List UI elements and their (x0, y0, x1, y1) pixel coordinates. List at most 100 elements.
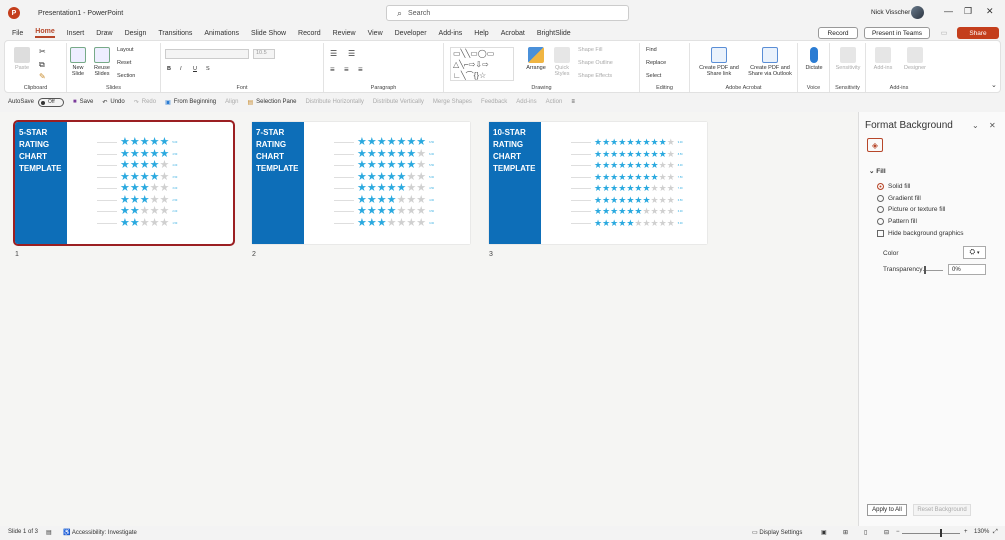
search-input[interactable]: ⌕ Search (386, 5, 629, 21)
tab-help[interactable]: Help (474, 30, 488, 37)
tab-transitions[interactable]: Transitions (158, 30, 192, 37)
zoom-out-icon[interactable]: − (896, 529, 900, 535)
align-left-icon[interactable]: ≡ (330, 65, 335, 74)
fit-to-window-icon[interactable]: ⤢ (993, 529, 998, 536)
slide-thumbnail[interactable]: 10-STAR RATING CHART TEMPLATE ———————— ★ ★ ★… (489, 122, 707, 244)
redo-button[interactable]: ↷ Redo (134, 99, 156, 106)
accessibility-status[interactable]: ♿ Accessibility: Investigate (63, 529, 137, 536)
zoom-slider-track[interactable] (902, 533, 960, 534)
distribute-horizontally-button[interactable]: Distribute Horizontally (306, 99, 364, 105)
reuse-slides-button[interactable]: Reuse Slides (91, 47, 113, 77)
tab-acrobat[interactable]: Acrobat (501, 30, 525, 37)
undo-button[interactable]: ↶ Undo (102, 99, 124, 106)
hide-graphics-checkbox[interactable] (877, 230, 884, 237)
restore-button[interactable]: ❐ (964, 6, 972, 17)
tab-view[interactable]: View (368, 30, 383, 37)
gradient-fill-option[interactable]: Gradient fill (877, 195, 921, 202)
customize-qat-icon[interactable]: ≡ (571, 99, 575, 105)
pattern-fill-radio[interactable] (877, 218, 884, 225)
tab-developer[interactable]: Developer (395, 30, 427, 37)
notes-icon[interactable]: ▤ (46, 529, 52, 536)
tab-insert[interactable]: Insert (67, 30, 85, 37)
new-slide-button[interactable]: New Slide (67, 47, 89, 77)
strikethrough-button[interactable]: S (206, 66, 210, 72)
zoom-slider-handle[interactable] (940, 529, 942, 537)
tab-animations[interactable]: Animations (204, 30, 239, 37)
shape-outline-button[interactable]: Shape Outline (578, 60, 613, 66)
tab-record[interactable]: Record (298, 30, 321, 37)
action-button[interactable]: Action (546, 99, 563, 105)
cut-icon[interactable]: ✂ (39, 47, 46, 56)
transparency-slider-track[interactable] (923, 270, 943, 271)
dictate-button[interactable]: Dictate (802, 47, 826, 71)
reset-button[interactable]: Reset (117, 60, 131, 66)
zoom-level[interactable]: 130% (974, 529, 989, 535)
fill-bucket-icon[interactable]: ◈ (867, 138, 883, 152)
zoom-in-icon[interactable]: + (964, 529, 968, 535)
share-button[interactable]: Share (957, 27, 999, 39)
shapes-gallery[interactable]: ▭╲╲▭◯▭ △╲⌐⇨⇩⇨ ∟╲⌒{}☆ (450, 47, 514, 81)
numbering-icon[interactable]: ☰ (348, 49, 355, 58)
bold-button[interactable]: B (167, 66, 171, 72)
tab-draw[interactable]: Draw (96, 30, 112, 37)
paste-button[interactable]: Paste (11, 47, 33, 71)
picture-fill-option[interactable]: Picture or texture fill (877, 206, 945, 213)
sensitivity-button[interactable]: Sensitivity (832, 47, 864, 71)
font-name-field[interactable] (165, 49, 249, 59)
transparency-slider-handle[interactable] (924, 266, 926, 274)
hide-graphics-option[interactable]: Hide background graphics (877, 230, 964, 237)
quick-styles-button[interactable]: Quick Styles (550, 47, 574, 77)
merge-shapes-button[interactable]: Merge Shapes (433, 99, 472, 105)
create-pdf-outlook-button[interactable]: Create PDF and Share via Outlook (744, 47, 796, 77)
shape-effects-button[interactable]: Shape Effects (578, 73, 612, 79)
close-button[interactable]: ✕ (986, 6, 994, 17)
normal-view-icon[interactable]: ▣ (821, 529, 827, 536)
align-button[interactable]: Align (225, 99, 238, 105)
slide-thumbnail[interactable]: 5-STAR RATING CHART TEMPLATE ———————— ★ ★ ★ ★… (13, 120, 235, 246)
add-ins-button[interactable]: Add-ins (868, 47, 898, 71)
save-button[interactable]: ■ Save (73, 99, 93, 105)
solid-fill-option[interactable]: Solid fill (877, 183, 910, 190)
tab-file[interactable]: File (12, 30, 23, 37)
replace-button[interactable]: Replace (646, 60, 666, 66)
gradient-fill-radio[interactable] (877, 195, 884, 202)
autosave-switch[interactable]: Off (38, 97, 65, 107)
from-beginning-button[interactable]: ▣ From Beginning (165, 99, 216, 106)
align-right-icon[interactable]: ≡ (358, 65, 363, 74)
solid-fill-radio[interactable] (877, 183, 884, 190)
tab-home[interactable]: Home (35, 28, 55, 38)
create-pdf-share-link-button[interactable]: Create PDF and Share link (694, 47, 744, 77)
minimize-button[interactable]: — (944, 6, 953, 16)
reset-background-button[interactable]: Reset Background (913, 504, 971, 516)
slide-thumbnail[interactable]: 7-STAR RATING CHART TEMPLATE ———————— ★ ★ ★ ★… (252, 122, 470, 244)
present-in-teams-button[interactable]: Present in Teams (864, 27, 930, 39)
slide-sorter-view-icon[interactable]: ⊞ (843, 529, 848, 536)
pane-close-icon[interactable]: ✕ (989, 121, 996, 130)
format-painter-icon[interactable]: ✎ (39, 72, 46, 81)
qat-add-ins-button[interactable]: Add-ins (516, 99, 536, 105)
bullets-icon[interactable]: ☰ (330, 49, 337, 58)
picture-fill-radio[interactable] (877, 206, 884, 213)
copy-icon[interactable]: ⧉ (39, 60, 45, 70)
slideshow-view-icon[interactable]: ⊟ (884, 529, 889, 536)
font-size-field[interactable]: 10.5 (253, 49, 275, 59)
display-settings-button[interactable]: ▭ Display Settings (752, 529, 802, 536)
color-picker-button[interactable]: ⛭ ▾ (963, 246, 986, 259)
tab-review[interactable]: Review (333, 30, 356, 37)
italic-button[interactable]: I (180, 66, 182, 72)
select-button[interactable]: Select (646, 73, 661, 79)
reading-view-icon[interactable]: ▯ (864, 529, 867, 536)
find-button[interactable]: Find (646, 47, 657, 53)
section-button[interactable]: Section (117, 73, 135, 79)
tab-brightslide[interactable]: BrightSlide (537, 30, 571, 37)
feedback-button[interactable]: Feedback (481, 99, 507, 105)
tab-add-ins[interactable]: Add-ins (439, 30, 463, 37)
pane-options-icon[interactable]: ⌄ (972, 121, 979, 130)
record-button[interactable]: Record (818, 27, 858, 39)
avatar[interactable] (911, 6, 924, 19)
transparency-input[interactable]: 0% (948, 264, 986, 275)
shape-fill-button[interactable]: Shape Fill (578, 47, 602, 53)
user-name[interactable]: Nick Visscher (871, 9, 910, 16)
pattern-fill-option[interactable]: Pattern fill (877, 218, 917, 225)
underline-button[interactable]: U (193, 66, 197, 72)
